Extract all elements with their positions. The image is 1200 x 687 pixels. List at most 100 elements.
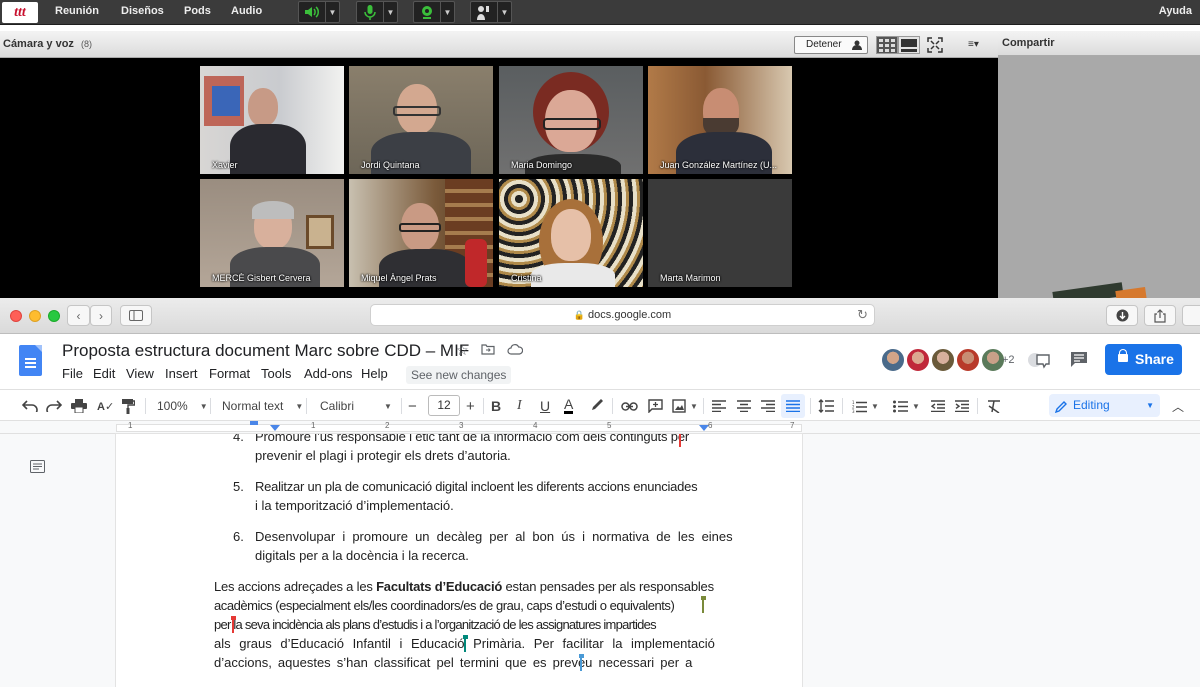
line-spacing-icon[interactable]: [818, 396, 834, 416]
webcam-icon[interactable]: [413, 1, 441, 23]
star-icon[interactable]: ☆: [456, 342, 469, 359]
menu-help[interactable]: Help: [361, 366, 388, 381]
insert-comment-icon[interactable]: [648, 396, 663, 416]
tabs-overview-icon[interactable]: [1182, 305, 1200, 326]
video-tile[interactable]: Jordi Quintana: [349, 66, 493, 174]
address-bar[interactable]: 🔒 docs.google.com ↻: [370, 304, 875, 326]
menu-view[interactable]: View: [126, 366, 154, 381]
menu-help[interactable]: Ayuda: [1159, 5, 1192, 17]
print-icon[interactable]: [71, 396, 87, 416]
paint-format-icon[interactable]: [121, 396, 135, 416]
see-new-changes-link[interactable]: See new changes: [406, 366, 512, 384]
share-button[interactable]: Share: [1105, 344, 1182, 375]
video-tile[interactable]: Xavier: [200, 66, 344, 174]
bold-icon[interactable]: B: [491, 396, 501, 416]
align-left-icon[interactable]: [712, 396, 726, 416]
status-control[interactable]: ▼: [470, 1, 512, 23]
italic-icon[interactable]: I: [517, 396, 522, 416]
insert-link-icon[interactable]: [621, 396, 638, 416]
avatar[interactable]: [955, 347, 981, 373]
more-collaborators[interactable]: +2: [1002, 347, 1024, 373]
undo-icon[interactable]: [22, 396, 38, 416]
share-page-icon[interactable]: [1144, 305, 1176, 326]
back-icon[interactable]: ‹: [67, 305, 90, 326]
zoom-window-icon[interactable]: [48, 310, 60, 322]
align-right-icon[interactable]: [761, 396, 775, 416]
microphone-dropdown-icon[interactable]: ▼: [384, 1, 398, 23]
avatar[interactable]: [930, 347, 956, 373]
zoom-select[interactable]: 100% ▼: [157, 396, 208, 416]
menu-file[interactable]: File: [62, 366, 83, 381]
fullscreen-icon[interactable]: [927, 37, 943, 58]
font-size-input[interactable]: 12: [428, 395, 460, 416]
decrease-indent-icon[interactable]: [931, 396, 945, 416]
stop-camera-button[interactable]: Detener: [794, 36, 868, 54]
numbered-list-icon[interactable]: 123 ▼: [852, 396, 879, 416]
left-indent-marker[interactable]: [270, 425, 280, 431]
video-tile[interactable]: Juan González Martínez (U...: [648, 66, 792, 174]
collaborator-cursor: [463, 635, 468, 652]
justify-icon[interactable]: [781, 394, 805, 418]
document-page[interactable]: 4. Promoure l’ús responsable i ètic tant…: [116, 434, 802, 687]
document-title[interactable]: Proposta estructura document Marc sobre …: [62, 341, 469, 361]
font-select[interactable]: Calibri ▼: [320, 396, 392, 416]
editing-mode-select[interactable]: Editing ▼: [1049, 394, 1160, 417]
docs-logo-icon[interactable]: [19, 345, 42, 376]
bulleted-list-icon[interactable]: ▼: [893, 396, 920, 416]
menu-tools[interactable]: Tools: [261, 366, 291, 381]
menu-addons[interactable]: Add-ons: [304, 366, 352, 381]
highlight-icon[interactable]: [590, 396, 604, 416]
forward-icon[interactable]: ›: [90, 305, 112, 326]
video-tile[interactable]: MERCÈ Gisbert Cervera: [200, 179, 344, 287]
webcam-control[interactable]: ▼: [413, 1, 455, 23]
speaker-dropdown-icon[interactable]: ▼: [326, 1, 340, 23]
menu-insert[interactable]: Insert: [165, 366, 198, 381]
menu-format[interactable]: Format: [209, 366, 250, 381]
collapse-menus-icon[interactable]: ︿: [1172, 396, 1184, 416]
align-center-icon[interactable]: [737, 396, 751, 416]
menu-edit[interactable]: Edit: [93, 366, 115, 381]
comments-icon[interactable]: [1070, 351, 1088, 373]
speaker-icon[interactable]: [298, 1, 326, 23]
text-color-icon[interactable]: A: [564, 396, 574, 414]
microphone-control[interactable]: ▼: [356, 1, 398, 23]
clear-formatting-icon[interactable]: [987, 396, 1001, 416]
microphone-icon[interactable]: [356, 1, 384, 23]
increase-font-size-button[interactable]: +: [466, 396, 475, 416]
ruler-number: 5: [607, 421, 612, 430]
grid-layout-icon[interactable]: [876, 36, 898, 54]
filmstrip-layout-icon[interactable]: [898, 36, 920, 54]
video-tile[interactable]: Marta Marimon: [648, 179, 792, 287]
spellcheck-icon[interactable]: A✓: [97, 396, 114, 416]
video-tile[interactable]: Miquel Àngel Prats: [349, 179, 493, 287]
video-tile[interactable]: Cristina: [499, 179, 643, 287]
menu-audio[interactable]: Audio: [231, 5, 262, 17]
move-folder-icon[interactable]: [481, 342, 495, 358]
close-window-icon[interactable]: [10, 310, 22, 322]
redo-icon[interactable]: [46, 396, 62, 416]
menu-disenos[interactable]: Diseños: [121, 5, 164, 17]
minimize-window-icon[interactable]: [29, 310, 41, 322]
cloud-saved-icon[interactable]: [507, 342, 524, 358]
menu-reunion[interactable]: Reunión: [55, 5, 99, 17]
increase-indent-icon[interactable]: [955, 396, 969, 416]
underline-icon[interactable]: U: [540, 396, 550, 416]
document-outline-icon[interactable]: [30, 460, 45, 473]
speaker-control[interactable]: ▼: [298, 1, 340, 23]
status-dropdown-icon[interactable]: ▼: [498, 1, 512, 23]
raise-hand-icon[interactable]: [470, 1, 498, 23]
webcam-dropdown-icon[interactable]: ▼: [441, 1, 455, 23]
pod-menu-icon[interactable]: ≡▾: [968, 39, 979, 50]
sidebar-icon[interactable]: [120, 305, 152, 326]
paragraph-style-select[interactable]: Normal text ▼: [222, 396, 303, 416]
avatar[interactable]: [905, 347, 931, 373]
menu-pods[interactable]: Pods: [184, 5, 211, 17]
comment-chat-icon[interactable]: [1027, 351, 1051, 374]
video-tile[interactable]: Maria Domingo: [499, 66, 643, 174]
first-line-indent-marker[interactable]: [250, 421, 258, 425]
insert-image-icon[interactable]: ▼: [672, 396, 698, 416]
avatar[interactable]: [880, 347, 906, 373]
decrease-font-size-button[interactable]: −: [408, 396, 417, 416]
reload-icon[interactable]: ↻: [857, 305, 868, 325]
downloads-icon[interactable]: [1106, 305, 1138, 326]
